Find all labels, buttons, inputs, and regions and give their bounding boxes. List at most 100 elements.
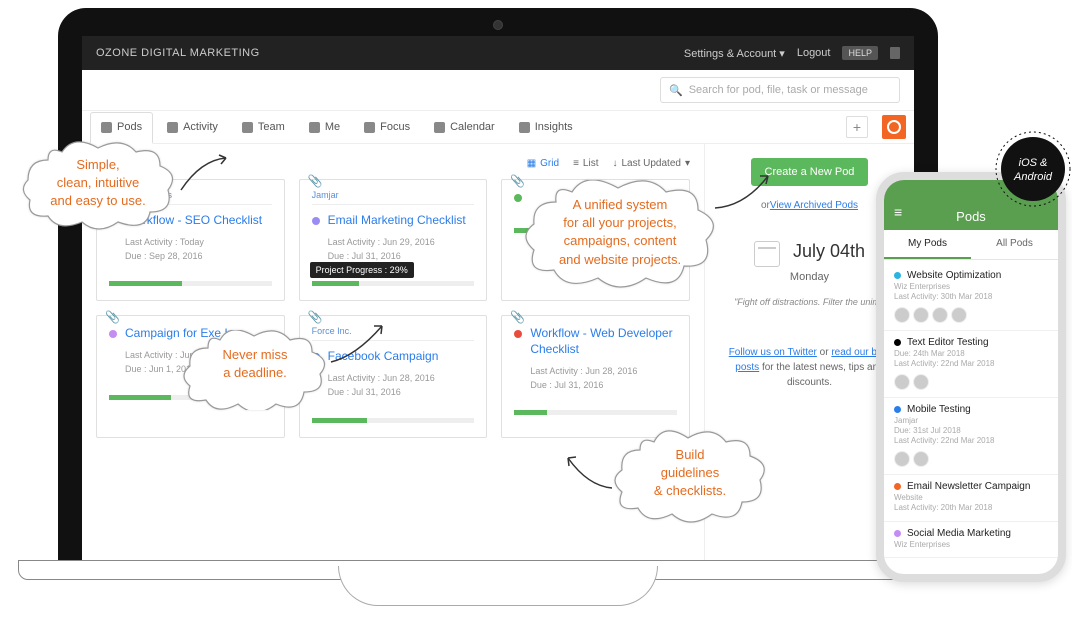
grid-icon: ▦ bbox=[527, 158, 536, 169]
insights-icon bbox=[519, 122, 530, 133]
avatar bbox=[913, 451, 929, 467]
tab-calendar[interactable]: Calendar bbox=[424, 111, 505, 143]
callout-unified: A unified system for all your projects, … bbox=[520, 180, 720, 290]
tab-activity[interactable]: Activity bbox=[157, 111, 228, 143]
progress-bar bbox=[514, 410, 677, 415]
tab-pods[interactable]: Pods bbox=[90, 112, 153, 144]
phone-item-title: Mobile Testing bbox=[907, 404, 971, 415]
logout-link[interactable]: Logout bbox=[797, 47, 831, 59]
phone-item-sub: WebsiteLast Activity: 20th Mar 2018 bbox=[894, 493, 1048, 514]
tab-me[interactable]: Me bbox=[299, 111, 350, 143]
phone-list-item[interactable]: Email Newsletter Campaign WebsiteLast Ac… bbox=[884, 475, 1058, 522]
status-dot bbox=[894, 339, 901, 346]
status-dot bbox=[894, 406, 901, 413]
calendar-widget-icon bbox=[754, 241, 780, 267]
svg-text:Android: Android bbox=[1013, 171, 1053, 183]
status-dot bbox=[894, 272, 901, 279]
view-grid[interactable]: ▦Grid bbox=[527, 158, 559, 169]
avatar bbox=[913, 374, 929, 390]
status-dot bbox=[312, 217, 320, 225]
phone-item-title: Text Editor Testing bbox=[907, 337, 989, 348]
team-icon bbox=[242, 122, 253, 133]
weekday-value: Monday bbox=[719, 271, 900, 283]
help-button[interactable]: HELP bbox=[842, 46, 878, 60]
date-widget: July 04th Monday bbox=[719, 241, 900, 283]
phone-item-sub: JamjarDue: 31st Jul 2018Last Activity: 2… bbox=[894, 416, 1048, 447]
phone-item-title: Social Media Marketing bbox=[907, 528, 1011, 539]
promo-text: Follow us on Twitter or read our blog po… bbox=[719, 345, 900, 390]
sub-bar: 🔍 Search for pod, file, task or message bbox=[82, 70, 914, 110]
paperclip-icon: 📎 bbox=[105, 310, 120, 324]
hamburger-icon[interactable]: ≡ bbox=[894, 204, 902, 220]
screen: OZONE DIGITAL MARKETING Settings & Accou… bbox=[82, 36, 914, 568]
view-list[interactable]: ≡List bbox=[573, 158, 598, 169]
camera-icon bbox=[493, 20, 503, 30]
avatar bbox=[951, 307, 967, 323]
progress-bar bbox=[109, 281, 272, 286]
settings-menu[interactable]: Settings & Account ▾ bbox=[684, 47, 785, 60]
phone-list: Website Optimization Wiz EnterprisesLast… bbox=[884, 260, 1058, 562]
search-input[interactable]: 🔍 Search for pod, file, task or message bbox=[660, 77, 900, 103]
phone-title: Pods bbox=[956, 209, 986, 224]
card-title: Email Marketing Checklist bbox=[328, 213, 466, 229]
avatar bbox=[894, 451, 910, 467]
phone-tabs: My Pods All Pods bbox=[884, 230, 1058, 260]
callout-deadline: Never miss a deadline. bbox=[180, 330, 330, 410]
phone-mockup: ≡ Pods My Pods All Pods Website Optimiza… bbox=[876, 172, 1066, 582]
list-icon: ≡ bbox=[573, 158, 579, 169]
pods-icon bbox=[101, 122, 112, 133]
phone-item-title: Website Optimization bbox=[907, 270, 1001, 281]
activity-icon bbox=[167, 122, 178, 133]
avatar bbox=[894, 374, 910, 390]
phone-item-sub: Due: 24th Mar 2018Last Activity: 22nd Ma… bbox=[894, 349, 1048, 370]
twitter-link[interactable]: Follow us on Twitter bbox=[729, 347, 817, 358]
unlock-button[interactable] bbox=[882, 115, 906, 139]
phone-list-item[interactable]: Website Optimization Wiz EnterprisesLast… bbox=[884, 264, 1058, 331]
tab-focus[interactable]: Focus bbox=[354, 111, 420, 143]
paperclip-icon: 📎 bbox=[510, 310, 525, 324]
pod-card[interactable]: 📎 Jamjar Email Marketing Checklist Last … bbox=[299, 179, 488, 301]
platform-badge: iOS & Android bbox=[994, 130, 1072, 208]
phone-item-sub: Wiz Enterprises bbox=[894, 540, 1048, 550]
phone-list-item[interactable]: Text Editor Testing Due: 24th Mar 2018La… bbox=[884, 331, 1058, 398]
search-icon: 🔍 bbox=[669, 84, 683, 97]
phone-tab-mypods[interactable]: My Pods bbox=[884, 230, 971, 259]
date-value: July 04th bbox=[793, 241, 865, 261]
tab-insights[interactable]: Insights bbox=[509, 111, 583, 143]
focus-icon bbox=[364, 122, 375, 133]
phone-list-item[interactable]: Social Media Marketing Wiz Enterprises bbox=[884, 522, 1058, 558]
tab-team[interactable]: Team bbox=[232, 111, 295, 143]
status-dot bbox=[894, 530, 901, 537]
add-button[interactable]: + bbox=[846, 116, 868, 138]
phone-item-sub: Wiz EnterprisesLast Activity: 30th Mar 2… bbox=[894, 282, 1048, 303]
callout-guidelines: Build guidelines & checklists. bbox=[610, 430, 770, 525]
phone-list-item[interactable]: Mobile Testing JamjarDue: 31st Jul 2018L… bbox=[884, 398, 1058, 475]
card-meta: Last Activity : TodayDue : Sep 28, 2016 bbox=[125, 235, 262, 264]
svg-text:iOS &: iOS & bbox=[1019, 157, 1048, 169]
paperclip-icon: 📎 bbox=[308, 310, 323, 324]
avatar bbox=[913, 307, 929, 323]
status-dot bbox=[514, 330, 522, 338]
card-title: Workflow - Web Developer Checklist bbox=[530, 326, 677, 357]
top-bar: OZONE DIGITAL MARKETING Settings & Accou… bbox=[82, 36, 914, 70]
bookmark-icon[interactable] bbox=[890, 47, 900, 59]
sort-icon: ↓ bbox=[612, 158, 617, 169]
sort-menu[interactable]: ↓Last Updated ▾ bbox=[612, 158, 690, 169]
card-meta: Last Activity : Jun 28, 2016Due : Jul 31… bbox=[328, 371, 439, 400]
laptop-base bbox=[338, 566, 658, 606]
phone-item-title: Email Newsletter Campaign bbox=[907, 481, 1030, 492]
search-placeholder: Search for pod, file, task or message bbox=[689, 84, 868, 96]
brand-title: OZONE DIGITAL MARKETING bbox=[96, 47, 684, 59]
progress-tooltip: Project Progress : 29% bbox=[310, 262, 414, 278]
callout-simple: Simple, clean, intuitive and easy to use… bbox=[18, 140, 178, 230]
card-meta: Last Activity : Jun 29, 2016Due : Jul 31… bbox=[328, 235, 466, 264]
paperclip-icon: 📎 bbox=[308, 174, 323, 188]
phone-tab-allpods[interactable]: All Pods bbox=[971, 230, 1058, 259]
me-icon bbox=[309, 122, 320, 133]
progress-bar bbox=[312, 281, 475, 286]
status-dot bbox=[894, 483, 901, 490]
pod-card[interactable]: 📎 Workflow - Web Developer Checklist Las… bbox=[501, 315, 690, 437]
calendar-icon bbox=[434, 122, 445, 133]
quote-text: "Fight off distractions. Filter the unim… bbox=[719, 297, 900, 307]
laptop-frame: OZONE DIGITAL MARKETING Settings & Accou… bbox=[58, 8, 938, 568]
